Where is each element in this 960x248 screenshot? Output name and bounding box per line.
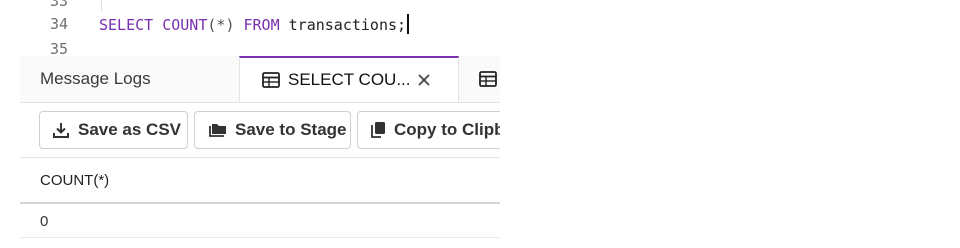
paren-close: )	[225, 16, 235, 34]
tab-message-logs[interactable]: Message Logs	[20, 56, 239, 102]
table-cell[interactable]: 0	[20, 206, 500, 238]
button-label: Save as CSV	[78, 120, 182, 139]
close-icon[interactable]	[414, 70, 434, 90]
table-icon	[262, 72, 280, 88]
line-number: 33	[49, 0, 68, 10]
save-to-stage-button[interactable]: Save to Stage	[194, 111, 351, 149]
tab-label: Message Logs	[40, 69, 151, 88]
tab-label: SELECT COU...	[288, 70, 411, 89]
table-icon	[479, 71, 497, 87]
keyword-select: SELECT	[99, 16, 154, 34]
cell-value: 0	[40, 213, 49, 230]
function-count: COUNT	[162, 16, 208, 34]
tab-next-result[interactable]	[459, 56, 500, 102]
column-header[interactable]: COUNT(*)	[20, 158, 500, 204]
line-number: 35	[49, 40, 68, 56]
download-icon	[53, 123, 69, 138]
results-grid: COUNT(*) 0	[20, 158, 500, 248]
column-header-label: COUNT(*)	[40, 171, 110, 189]
copy-to-clipboard-button[interactable]: Copy to Clipboard	[357, 111, 500, 149]
button-label: Copy to Clipboard	[394, 120, 500, 139]
line-number: 34	[49, 15, 68, 33]
tab-select-result[interactable]: SELECT COU...	[239, 56, 459, 102]
indent-guide	[101, 0, 102, 12]
copy-icon	[371, 122, 385, 138]
code-line[interactable]: SELECT COUNT(*) FROM transactions;	[99, 14, 410, 36]
text-caret	[407, 14, 410, 34]
keyword-from: FROM	[243, 16, 280, 34]
sql-worksheet: 33 34 35 SELECT COUNT(*) FROM transactio…	[0, 0, 500, 248]
result-tabs: Message Logs SELECT COU...	[20, 56, 500, 103]
result-toolbar: Save as CSV Save to Stage Copy to Clipbo…	[20, 103, 500, 158]
folder-icon	[209, 124, 226, 137]
button-label: Save to Stage	[235, 120, 347, 139]
semicolon: ;	[397, 16, 407, 34]
sql-editor[interactable]: 33 34 35 SELECT COUNT(*) FROM transactio…	[0, 0, 500, 56]
save-as-csv-button[interactable]: Save as CSV	[39, 111, 188, 149]
table-identifier: transactions	[288, 16, 398, 34]
